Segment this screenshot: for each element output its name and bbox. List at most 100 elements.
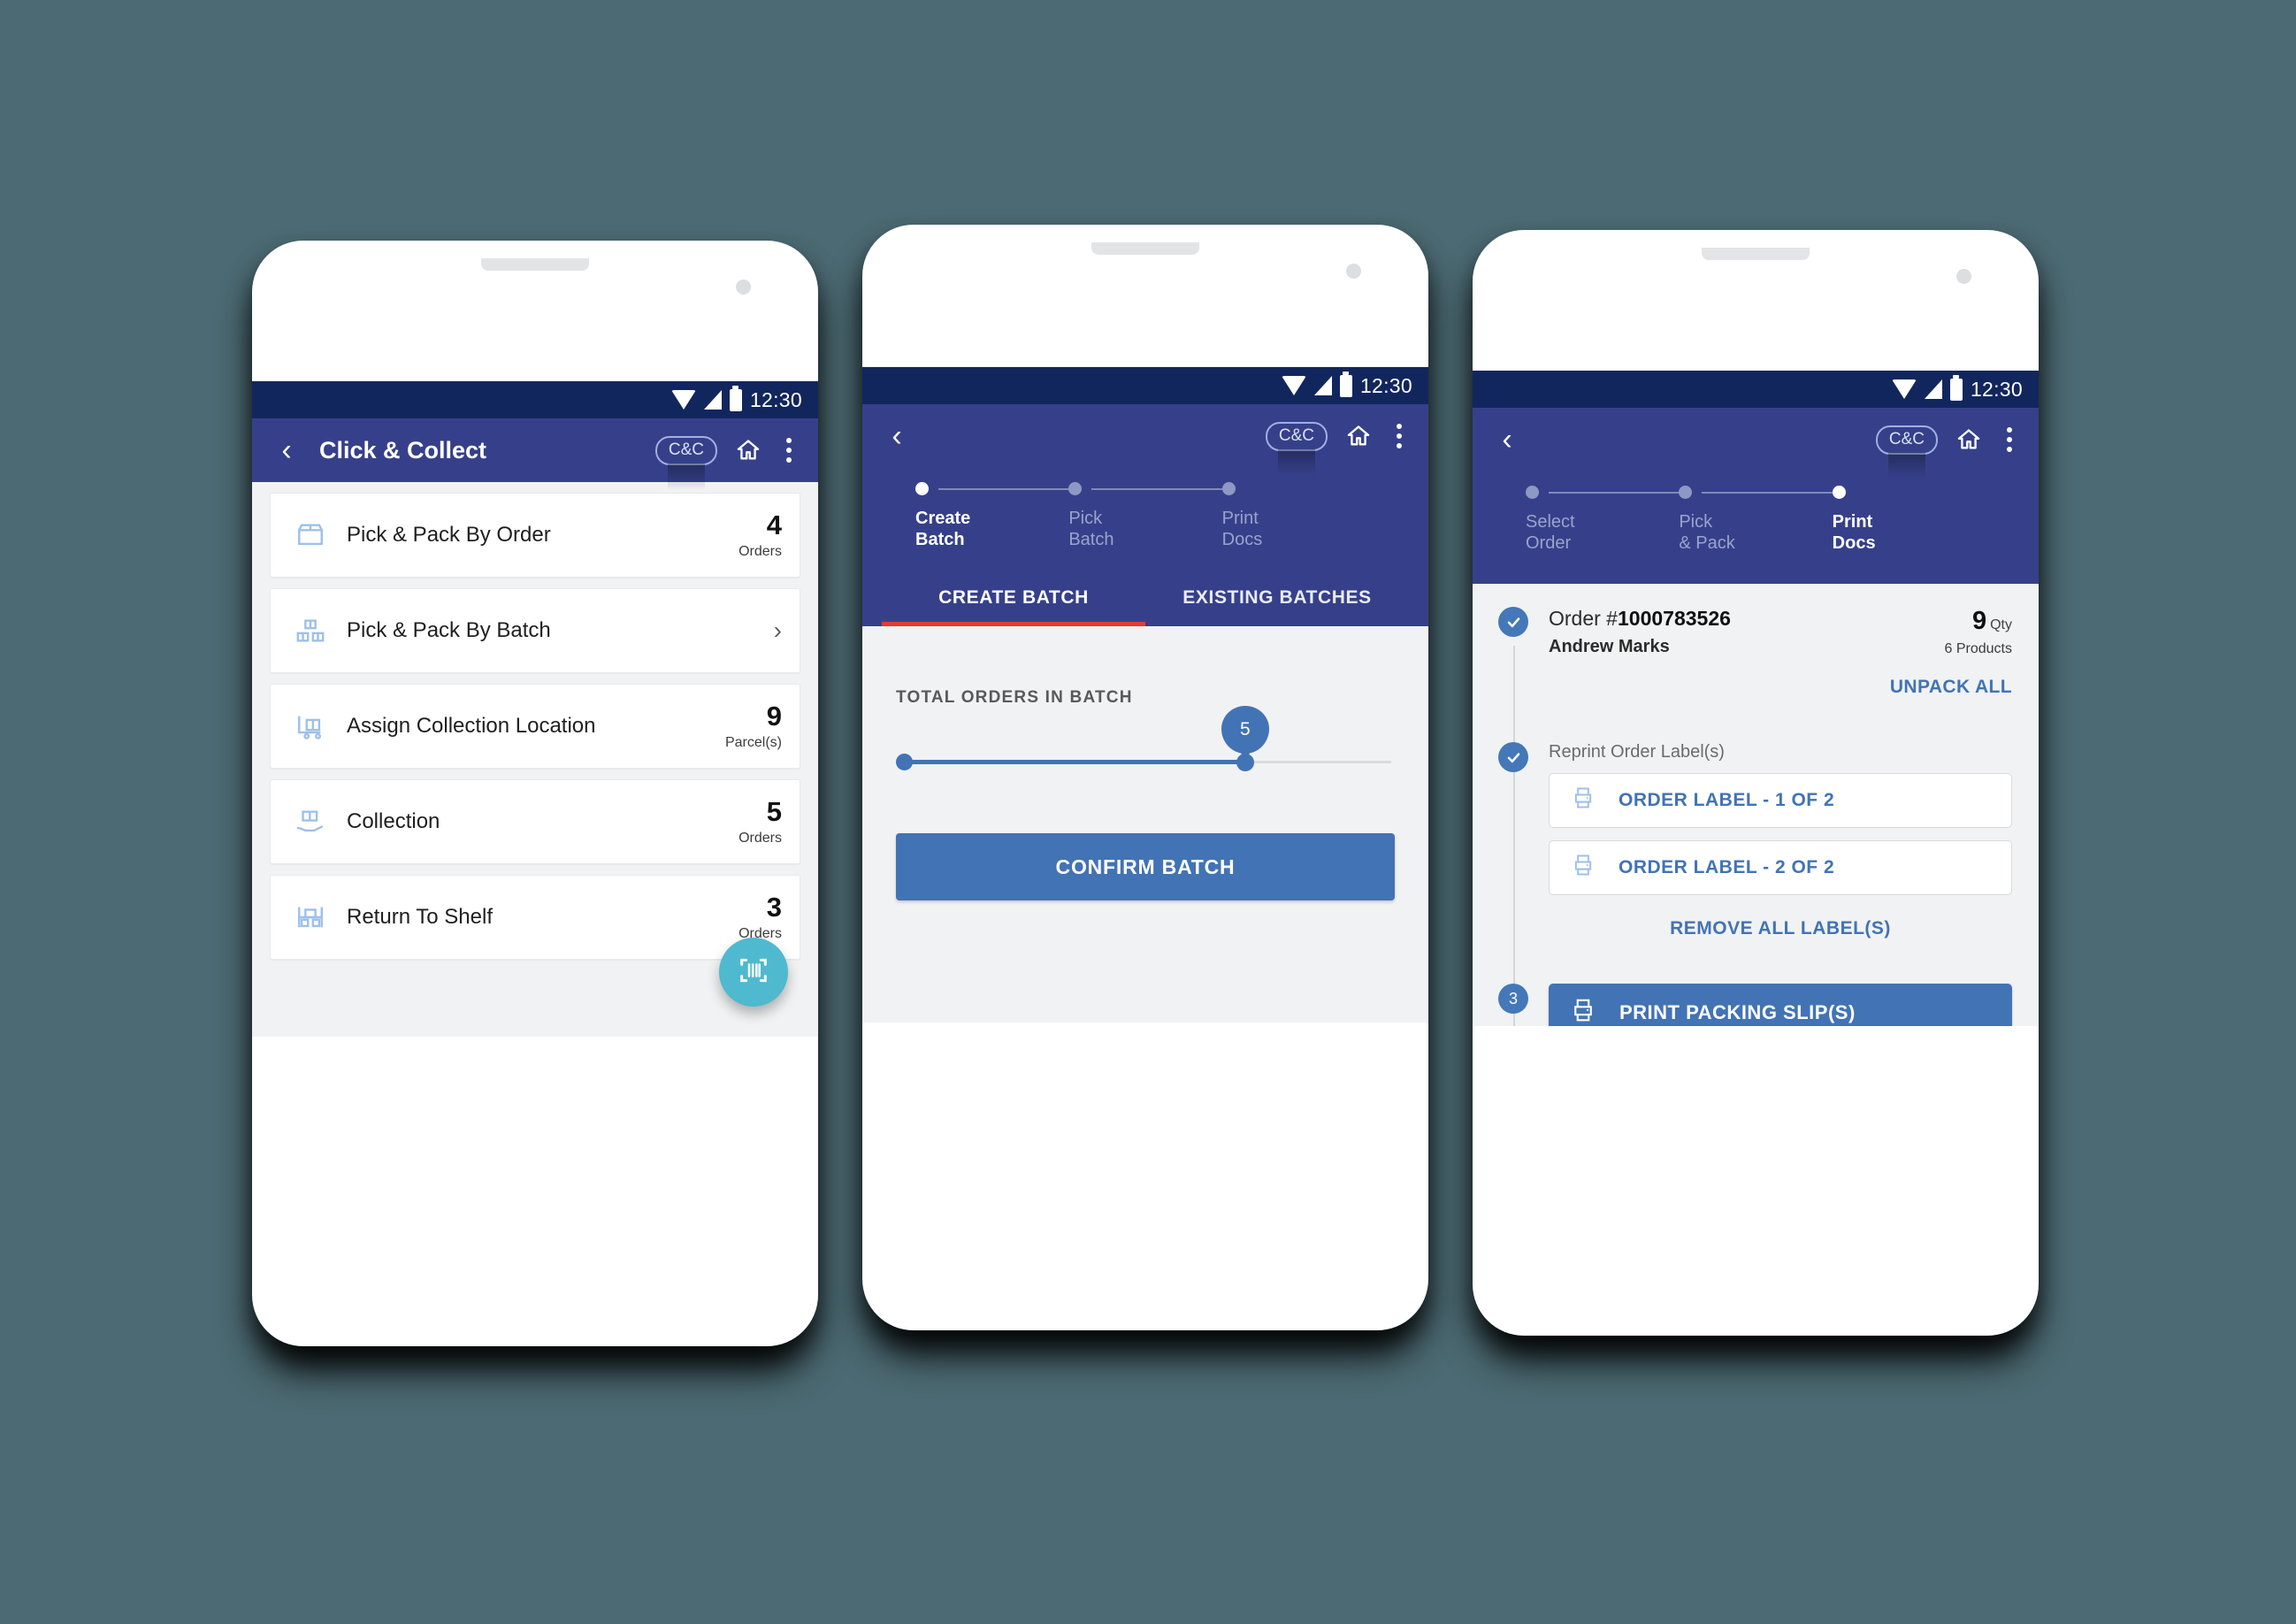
timeline-marker (1496, 742, 1533, 980)
stepper-connector (1549, 492, 1688, 494)
cc-badge[interactable]: C&C (654, 435, 717, 490)
list-item-unit: Parcel(s) (724, 734, 782, 750)
print-packing-slip-text: PRINT PACKING SLIP(S) (1619, 1001, 1856, 1023)
cc-badge[interactable]: C&C (1265, 421, 1328, 476)
page-title: Click & Collect (319, 436, 487, 463)
home-icon[interactable] (1955, 427, 1982, 452)
home-icon[interactable] (1345, 424, 1372, 448)
stepper-connector (1091, 488, 1231, 490)
order-summary: Order #1000783526 Andrew Marks 9 Qty 6 Pr… (1533, 607, 2012, 739)
timeline-marker: 3 (1496, 984, 1533, 1026)
stepper-dot (1526, 486, 1539, 499)
tab-existing-batches[interactable]: EXISTING BATCHES (1145, 573, 1409, 626)
earpiece-speaker (1702, 248, 1810, 260)
phone1-app-bar: ‹ Click & Collect C&C (252, 418, 818, 490)
more-vertical-icon[interactable] (779, 438, 799, 463)
battery-icon (1949, 374, 1963, 401)
app-bar-row: ‹ C&C (882, 404, 1409, 476)
tab-active-indicator (882, 622, 1145, 626)
order-label-2-button[interactable]: ORDER LABEL - 2 OF 2 (1549, 840, 2012, 895)
print-packing-slip-button[interactable]: PRINT PACKING SLIP(S) (1549, 984, 2012, 1026)
stepper-step-pick-batch[interactable]: Pick Batch (1068, 482, 1231, 550)
stepper-step-create-batch[interactable]: Create Batch (915, 482, 1078, 550)
back-icon[interactable]: ‹ (882, 421, 912, 451)
phone3-app-bar: ‹ C&C Select Order Pick & Pack Print Doc… (1473, 408, 2039, 584)
order-qty-value: 9 (1971, 607, 1987, 635)
more-vertical-icon[interactable] (1389, 424, 1409, 448)
back-icon[interactable]: ‹ (1492, 425, 1522, 455)
list-item[interactable]: Return To Shelf 3 Orders (270, 875, 800, 960)
battery-icon (729, 385, 742, 411)
wifi-icon (1281, 376, 1306, 395)
stepper-step-pick-pack[interactable]: Pick & Pack (1679, 486, 1841, 554)
back-icon[interactable]: ‹ (272, 435, 302, 465)
barcode-scan-icon (736, 953, 771, 992)
list-item-unit: Orders (739, 830, 782, 846)
list-item[interactable]: Assign Collection Location 9 Parcel(s) (270, 684, 800, 769)
status-bar: 12:30 (1473, 371, 2039, 408)
more-vertical-icon[interactable] (2000, 427, 2019, 452)
check-icon (1498, 742, 1528, 772)
list-item-value: 5 (766, 795, 782, 827)
stepper-label: Print Docs (1832, 512, 1876, 553)
stepper-dot (1068, 482, 1083, 495)
list-item-value: 9 (766, 700, 782, 732)
stepper-step-print-docs[interactable]: Print Docs (1832, 486, 1986, 554)
reprint-labels-row: Reprint Order Label(s) ORDER LABEL - 1 O… (1496, 742, 2012, 980)
remove-all-labels-button[interactable]: REMOVE ALL LABEL(S) (1549, 908, 2012, 939)
box-icon (290, 520, 331, 550)
list-item[interactable]: Collection 5 Orders (270, 779, 800, 864)
batch-stepper: Create Batch Pick Batch Print Docs (882, 468, 1409, 573)
stepper-label: Select Order (1526, 512, 1575, 553)
front-camera (736, 280, 751, 295)
status-bar: 12:30 (252, 381, 818, 418)
order-qty-unit: Qty (1990, 617, 2012, 632)
mockup-stage: 12:30 ‹ Click & Collect C&C Pick & Pack … (0, 0, 2296, 1624)
handover-icon (290, 807, 331, 837)
total-orders-slider[interactable]: 5 (896, 706, 1395, 801)
order-prefix: Order # (1549, 607, 1618, 630)
front-camera (1346, 264, 1361, 279)
app-bar-actions: C&C (654, 435, 799, 490)
order-header: Order #1000783526 Andrew Marks 9 Qty 6 Pr… (1549, 607, 2012, 657)
chevron-right-icon[interactable]: › (774, 617, 782, 645)
scan-fab-button[interactable] (719, 938, 788, 1007)
cellular-signal-icon (703, 390, 722, 410)
phone-mockup-1: 12:30 ‹ Click & Collect C&C Pick & Pack … (252, 241, 818, 1346)
stepper-step-select-order[interactable]: Select Order (1526, 486, 1688, 554)
order-summary-row: Order #1000783526 Andrew Marks 9 Qty 6 Pr… (1496, 607, 2012, 739)
list-item-metric: 4 Orders (739, 511, 782, 560)
slider-thumb[interactable] (1236, 754, 1254, 771)
cc-badge[interactable]: C&C (1875, 425, 1938, 479)
order-label-2-text: ORDER LABEL - 2 OF 2 (1619, 857, 1835, 877)
list-item-metric: 5 Orders (739, 798, 782, 846)
status-bar-clock: 12:30 (749, 387, 802, 411)
stepper-label: Print Docs (1221, 509, 1263, 549)
list-item[interactable]: Pick & Pack By Order 4 Orders (270, 493, 800, 578)
home-icon[interactable] (735, 438, 762, 463)
list-item-label: Assign Collection Location (347, 714, 596, 738)
list-item[interactable]: Pick & Pack By Batch › (270, 588, 800, 673)
status-bar-clock: 12:30 (1359, 373, 1412, 397)
list-item-label: Pick & Pack By Order (347, 523, 551, 547)
shelf-icon (290, 902, 331, 932)
stepper-label: Pick & Pack (1679, 512, 1735, 553)
stepper-step-print-docs[interactable]: Print Docs (1221, 482, 1375, 550)
order-product-count: 6 Products (1944, 641, 2012, 656)
packing-slip-row: 3 PRINT PACKING SLIP(S) (1496, 984, 2012, 1026)
order-qty-line: 9 Qty (1945, 607, 2012, 636)
slider-start-dot (896, 754, 913, 770)
tab-create-batch[interactable]: CREATE BATCH (882, 573, 1145, 626)
confirm-batch-button[interactable]: CONFIRM BATCH (896, 833, 1395, 900)
app-bar-row: ‹ C&C (1492, 408, 2019, 479)
list-item-unit: Orders (739, 543, 782, 559)
order-label-1-button[interactable]: ORDER LABEL - 1 OF 2 (1549, 773, 2012, 828)
print-docs-body: Order #1000783526 Andrew Marks 9 Qty 6 Pr… (1473, 584, 2039, 1026)
order-number: Order #1000783526 (1549, 607, 1731, 631)
app-bar-actions: C&C (1265, 421, 1409, 476)
stepper-dot (1221, 482, 1236, 495)
create-batch-body: TOTAL ORDERS IN BATCH 5 CONFIRM BATCH (862, 626, 1428, 900)
earpiece-speaker (1091, 242, 1199, 255)
unpack-all-button[interactable]: UNPACK ALL (1549, 677, 2012, 698)
stepper-dot (1679, 486, 1693, 499)
